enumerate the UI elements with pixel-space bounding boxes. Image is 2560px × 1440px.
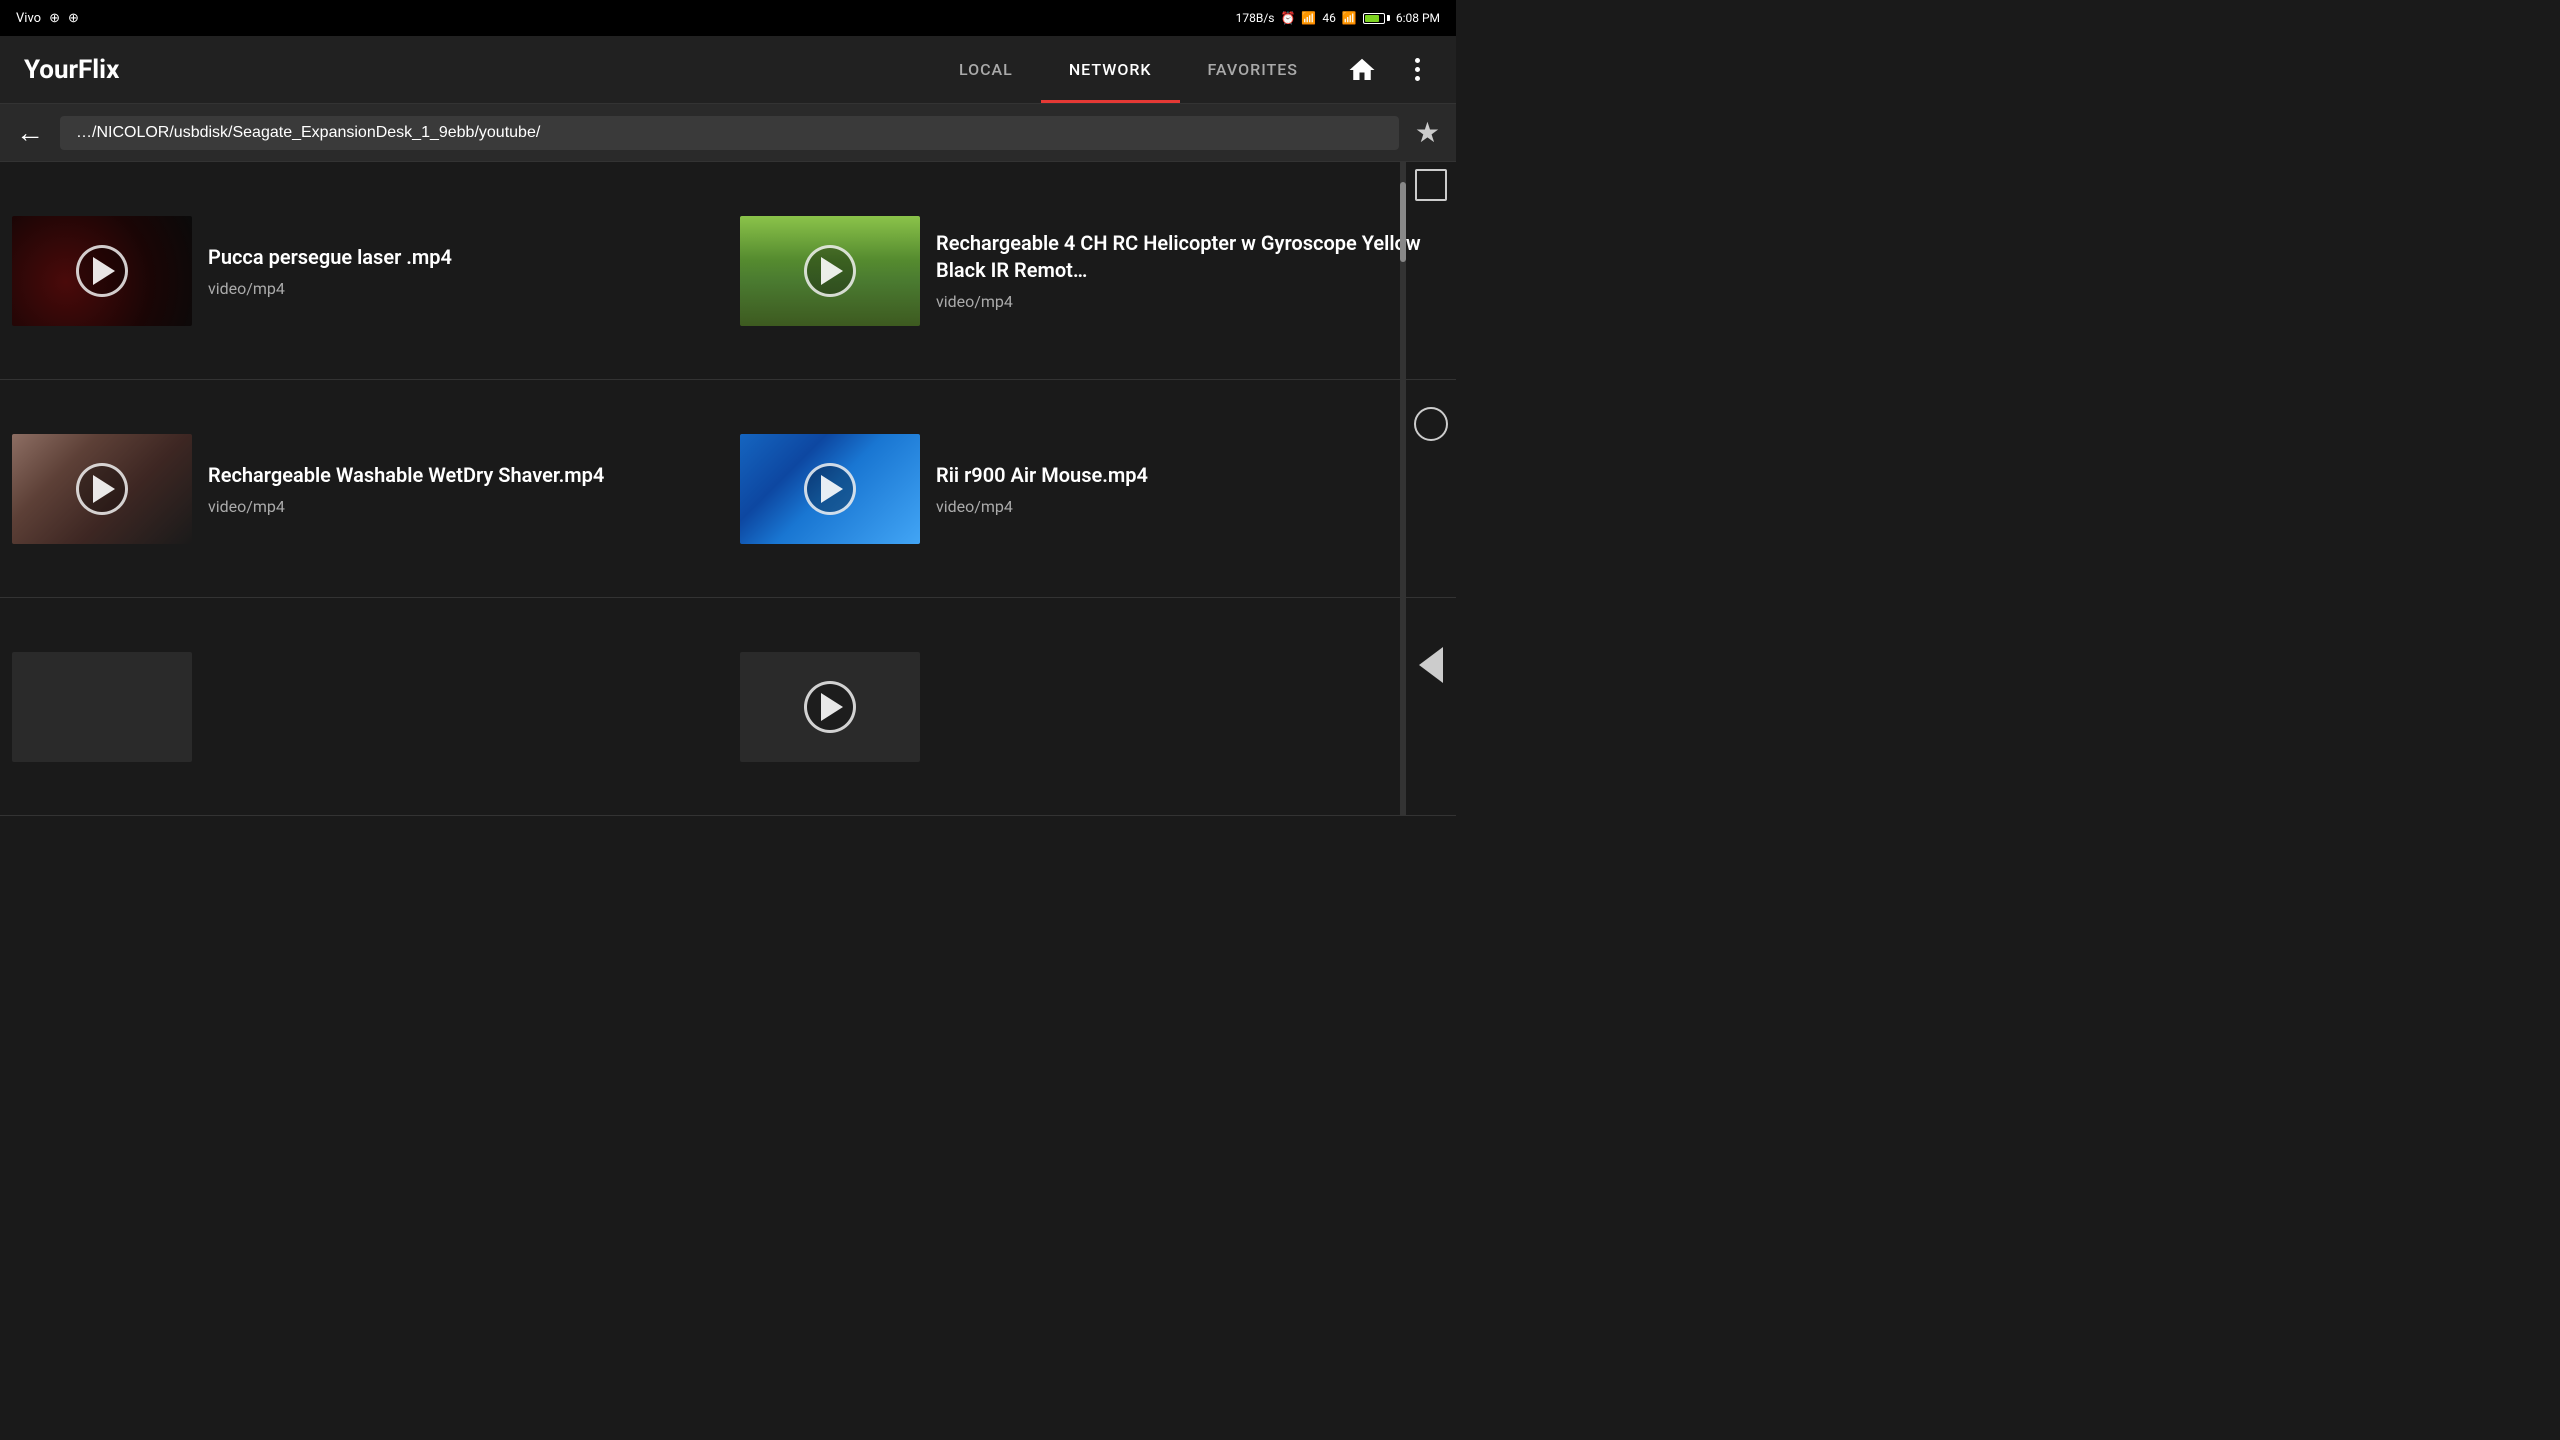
usb-icon-2: ⊕	[68, 11, 79, 26]
video-type: video/mp4	[936, 292, 1440, 311]
list-item[interactable]: Rii r900 Air Mouse.mp4 video/mp4	[728, 380, 1456, 598]
tab-local[interactable]: LOCAL	[931, 36, 1041, 103]
battery-icon	[1363, 13, 1390, 24]
video-info: Pucca persegue laser .mp4 video/mp4	[208, 244, 712, 298]
carrier-name: Vivo	[16, 11, 41, 26]
alarm-icon: ⏰	[1280, 11, 1295, 25]
video-info: Rii r900 Air Mouse.mp4 video/mp4	[936, 462, 1440, 516]
network-speed: 178B/s	[1236, 11, 1275, 25]
play-button[interactable]	[804, 463, 856, 515]
tab-network[interactable]: NETWORK	[1041, 36, 1180, 103]
list-item[interactable]	[728, 598, 1456, 816]
play-icon	[93, 257, 115, 285]
play-icon	[821, 475, 843, 503]
video-type: video/mp4	[208, 497, 712, 516]
video-type: video/mp4	[936, 497, 1440, 516]
scrollbar[interactable]	[1400, 162, 1406, 816]
thumbnail	[740, 216, 920, 326]
square-button[interactable]	[1415, 169, 1447, 201]
back-arrow-button[interactable]	[1419, 647, 1443, 683]
play-button[interactable]	[804, 245, 856, 297]
video-title: Rii r900 Air Mouse.mp4	[936, 462, 1440, 489]
video-info: Rechargeable Washable WetDry Shaver.mp4 …	[208, 462, 712, 516]
time-display: 6:08 PM	[1396, 11, 1440, 25]
status-left: Vivo ⊕ ⊕	[16, 11, 79, 26]
play-icon	[93, 475, 115, 503]
list-item[interactable]	[0, 598, 728, 816]
play-button[interactable]	[804, 681, 856, 733]
nav-tabs: LOCAL NETWORK FAVORITES	[931, 36, 1326, 103]
network-type: 46	[1322, 11, 1336, 25]
thumbnail	[12, 216, 192, 326]
circle-button[interactable]	[1414, 407, 1448, 441]
video-info: Rechargeable 4 CH RC Helicopter w Gyrosc…	[936, 230, 1440, 311]
scrollbar-thumb[interactable]	[1400, 182, 1406, 262]
video-title: Rechargeable 4 CH RC Helicopter w Gyrosc…	[936, 230, 1440, 284]
play-icon	[821, 257, 843, 285]
signal-icon: 📶	[1342, 11, 1357, 25]
status-right: 178B/s ⏰ 📶 46 📶 6:08 PM	[1236, 11, 1440, 25]
video-title: Pucca persegue laser .mp4	[208, 244, 712, 271]
status-bar: Vivo ⊕ ⊕ 178B/s ⏰ 📶 46 📶 6:08 PM	[0, 0, 1456, 36]
thumbnail	[12, 434, 192, 544]
home-button[interactable]	[1342, 50, 1382, 90]
tab-favorites[interactable]: FAVORITES	[1180, 36, 1326, 103]
thumbnail	[740, 652, 920, 762]
side-controls	[1406, 36, 1456, 816]
list-item[interactable]: Rechargeable 4 CH RC Helicopter w Gyrosc…	[728, 162, 1456, 380]
app-title: YourFlix	[24, 55, 119, 85]
video-type: video/mp4	[208, 279, 712, 298]
home-icon	[1347, 55, 1377, 85]
back-button[interactable]: ←	[16, 116, 44, 149]
thumbnail	[12, 652, 192, 762]
play-button[interactable]	[76, 463, 128, 515]
thumbnail	[740, 434, 920, 544]
play-button[interactable]	[76, 245, 128, 297]
path-bar: ← ★	[0, 104, 1456, 162]
list-item[interactable]: Rechargeable Washable WetDry Shaver.mp4 …	[0, 380, 728, 598]
play-icon	[821, 693, 843, 721]
video-title: Rechargeable Washable WetDry Shaver.mp4	[208, 462, 712, 489]
wifi-icon: 📶	[1301, 11, 1316, 25]
video-grid: Pucca persegue laser .mp4 video/mp4 Rech…	[0, 162, 1456, 816]
app-bar: YourFlix LOCAL NETWORK FAVORITES	[0, 36, 1456, 104]
usb-icon-1: ⊕	[49, 11, 60, 26]
list-item[interactable]: Pucca persegue laser .mp4 video/mp4	[0, 162, 728, 380]
path-input[interactable]	[60, 116, 1399, 150]
